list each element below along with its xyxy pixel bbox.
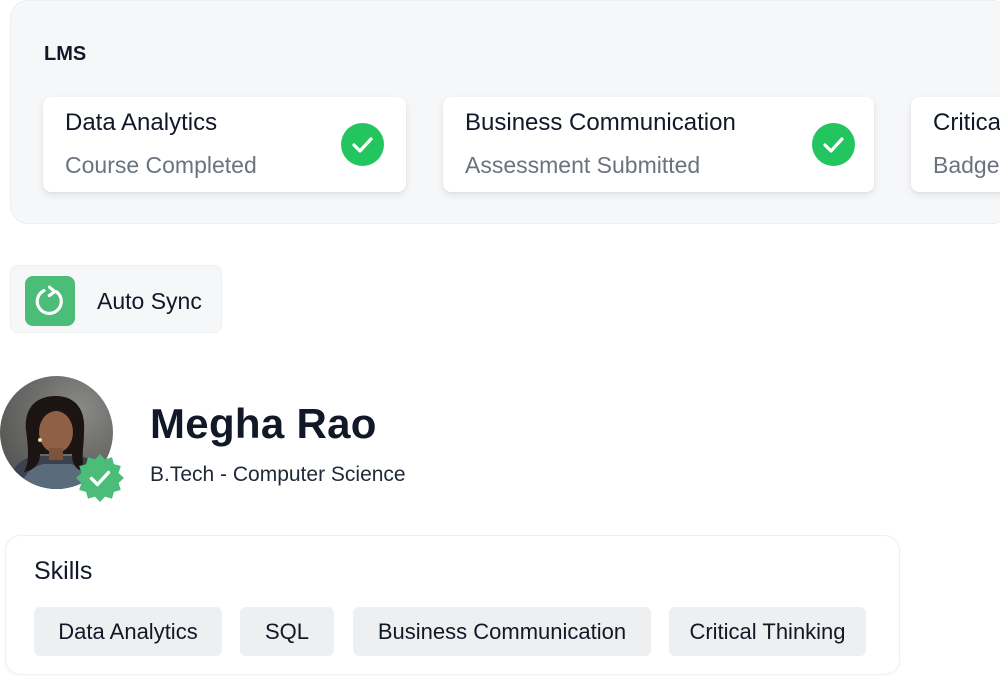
skill-chip-business-communication[interactable]: Business Communication: [353, 607, 651, 656]
profile-name: Megha Rao: [150, 400, 377, 447]
lms-panel: LMS Data Analytics Course Completed Busi…: [10, 0, 1000, 224]
page: LMS Data Analytics Course Completed Busi…: [0, 0, 1000, 676]
lms-title: LMS: [44, 43, 87, 65]
lms-card-title: Critical Thinking: [933, 109, 1000, 136]
verified-badge-icon: [74, 452, 126, 504]
lms-card-status: Course Completed: [65, 152, 257, 178]
lms-card-status: Badge Earned: [933, 152, 1000, 178]
lms-card-title: Business Communication: [465, 109, 736, 136]
skill-chip-sql[interactable]: SQL: [240, 607, 334, 656]
auto-sync-label: Auto Sync: [97, 288, 202, 314]
lms-card-data-analytics[interactable]: Data Analytics Course Completed: [43, 97, 406, 192]
skills-panel: Skills Data Analytics SQL Business Commu…: [5, 535, 900, 675]
refresh-icon: [25, 276, 75, 326]
profile-degree: B.Tech - Computer Science: [150, 463, 406, 486]
auto-sync-button[interactable]: Auto Sync: [10, 265, 222, 333]
lms-card-business-communication[interactable]: Business Communication Assessment Submit…: [443, 97, 874, 192]
lms-card-status: Assessment Submitted: [465, 152, 701, 178]
lms-card-title: Data Analytics: [65, 109, 218, 136]
skills-title: Skills: [34, 557, 93, 585]
check-circle-icon: [812, 123, 855, 166]
skill-chip-critical-thinking[interactable]: Critical Thinking: [669, 607, 866, 656]
check-circle-icon: [341, 123, 384, 166]
skill-chip-data-analytics[interactable]: Data Analytics: [34, 607, 222, 656]
lms-card-critical-thinking[interactable]: Critical Thinking Badge Earned: [911, 97, 1000, 192]
